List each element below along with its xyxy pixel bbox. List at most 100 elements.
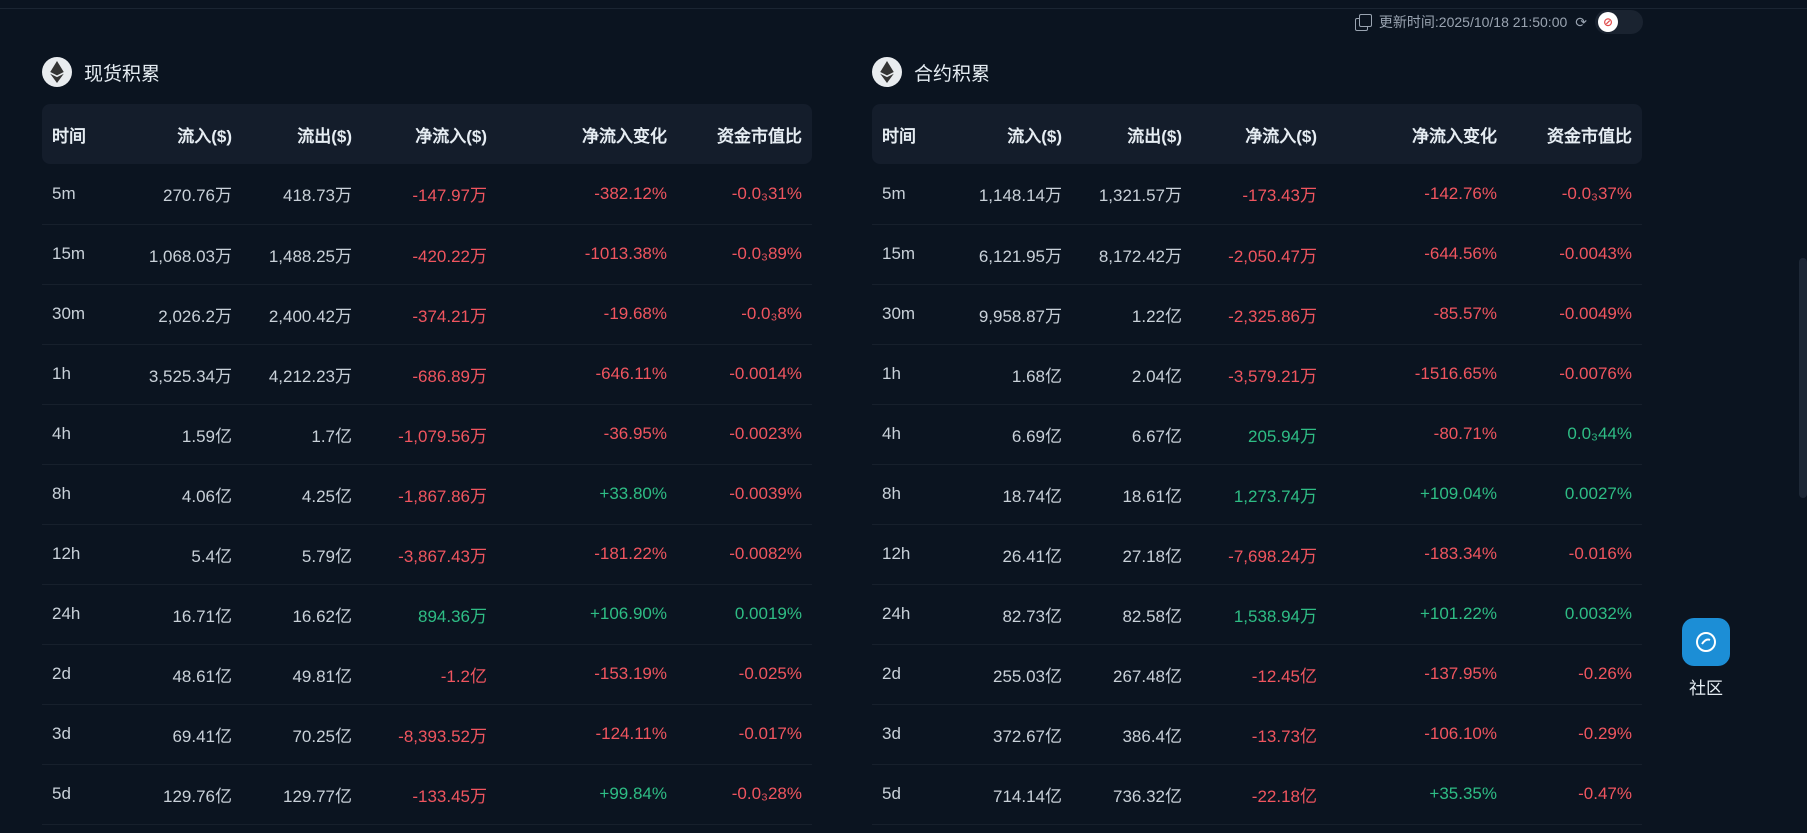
row-change: -382.12% <box>594 183 667 203</box>
row-ratio: -0.47% <box>1578 784 1632 803</box>
row-outflow: 2,400.42万 <box>268 306 352 326</box>
row-outflow: 16.62亿 <box>292 606 352 626</box>
community-widget[interactable]: 社区 <box>1682 618 1730 699</box>
table-row: 2d 48.61亿 49.81亿 -1.2亿 -153.19% -0.025% <box>42 644 812 704</box>
row-outflow: 27.18亿 <box>1122 546 1182 566</box>
row-time: 12h <box>882 544 911 563</box>
row-net: -147.97万 <box>412 186 487 206</box>
col-change: 净流入变化 <box>582 126 667 146</box>
toggle-knob-icon: ⊘ <box>1598 12 1618 32</box>
row-change: -137.95% <box>1424 664 1497 683</box>
table-row: 8h 4.06亿 4.25亿 -1,867.86万 +33.80% -0.0039% <box>42 464 812 524</box>
scrollbar[interactable] <box>1799 258 1807 498</box>
row-inflow: 26.41亿 <box>1002 546 1062 566</box>
row-net: -420.22万 <box>412 246 487 266</box>
table-row: 5m 1,148.14万 1,321.57万 -173.43万 -142.76% -0.0… <box>872 164 1642 224</box>
row-ratio: -0.0039% <box>729 484 802 503</box>
futures-title-label: 合约积累 <box>914 63 991 85</box>
table-row: 2d 255.03亿 267.48亿 -12.45亿 -137.95% -0.26% <box>872 644 1642 704</box>
row-net: -686.89万 <box>412 366 487 386</box>
row-ratio: 0.0₃44% <box>1567 424 1632 443</box>
row-outflow: 70.25亿 <box>292 726 352 746</box>
row-net: 1,538.94万 <box>1233 606 1317 626</box>
row-net: -8,393.52万 <box>398 726 487 746</box>
table-row: 12h 26.41亿 27.18亿 -7,698.24万 -183.34% -0.016% <box>872 524 1642 584</box>
ethereum-icon <box>42 57 72 87</box>
row-outflow: 49.81亿 <box>292 666 352 686</box>
row-time: 4h <box>882 424 901 443</box>
row-outflow: 1.22亿 <box>1131 306 1182 326</box>
row-outflow: 5.79亿 <box>301 546 352 566</box>
row-time: 30m <box>52 304 86 323</box>
row-net: -22.18亿 <box>1251 786 1317 806</box>
row-time: 5m <box>882 183 906 203</box>
theme-toggle[interactable]: ⊘ <box>1595 10 1643 34</box>
refresh-icon[interactable]: ⟳ <box>1575 14 1587 31</box>
row-change: +106.90% <box>589 604 667 623</box>
row-change: -142.76% <box>1424 183 1497 203</box>
row-time: 3d <box>882 724 901 743</box>
row-inflow: 3,525.34万 <box>148 366 232 386</box>
row-change: -106.10% <box>1424 724 1497 743</box>
table-row: 15m 6,121.95万 8,172.42万 -2,050.47万 -644.56% -… <box>872 224 1642 284</box>
row-outflow: 2.04亿 <box>1131 366 1182 386</box>
table-row: 24h 16.71亿 16.62亿 894.36万 +106.90% 0.0019% <box>42 584 812 644</box>
table-row: 8h 18.74亿 18.61亿 1,273.74万 +109.04% 0.0027% <box>872 464 1642 524</box>
table-row: 1h 3,525.34万 4,212.23万 -686.89万 -646.11% -0.0… <box>42 344 812 404</box>
row-net: -7,698.24万 <box>1228 546 1317 566</box>
row-ratio: -0.017% <box>738 724 802 743</box>
row-ratio: 0.0019% <box>734 604 802 623</box>
table-row: 30m 9,958.87万 1.22亿 -2,325.86万 -85.57% -0.004… <box>872 284 1642 344</box>
row-ratio: 0.0027% <box>1564 484 1632 503</box>
row-inflow: 9,958.87万 <box>978 306 1062 326</box>
row-change: -153.19% <box>594 664 667 683</box>
row-ratio: -0.0076% <box>1559 364 1632 383</box>
row-change: -1516.65% <box>1414 364 1497 383</box>
row-ratio: -0.025% <box>738 664 802 683</box>
row-time: 15m <box>882 244 916 263</box>
top-divider <box>0 8 1807 9</box>
row-ratio: -0.0₃8% <box>741 304 802 323</box>
row-outflow: 386.4亿 <box>1122 726 1182 746</box>
row-inflow: 6,121.95万 <box>978 246 1062 266</box>
row-ratio: -0.0₃31% <box>731 183 802 203</box>
spot-table: 时间 流入($) 流出($) 净流入($) 净流入变化 资金市值比 5m 270.… <box>42 104 812 825</box>
col-outflow: 流出($) <box>297 126 352 146</box>
col-net: 净流入($) <box>415 126 487 146</box>
row-outflow: 418.73万 <box>283 186 352 206</box>
row-inflow: 18.74亿 <box>1002 486 1062 506</box>
row-ratio: -0.0043% <box>1559 244 1632 263</box>
chat-icon <box>1696 632 1716 652</box>
table-header-row: 时间 流入($) 流出($) 净流入($) 净流入变化 资金市值比 <box>872 104 1642 164</box>
copy-icon[interactable] <box>1353 13 1372 31</box>
row-time: 1h <box>52 364 71 383</box>
table-row: 3d 69.41亿 70.25亿 -8,393.52万 -124.11% -0.017% <box>42 704 812 764</box>
community-button[interactable] <box>1682 618 1730 666</box>
row-outflow: 1.7亿 <box>311 426 352 446</box>
row-change: -85.57% <box>1433 304 1497 323</box>
row-inflow: 129.76亿 <box>163 786 232 806</box>
row-time: 5m <box>52 183 76 203</box>
row-inflow: 69.41亿 <box>172 726 232 746</box>
futures-panel: 合约积累 时间 流入($) 流出($) 净流入($) 净流入变化 资金市值比 5… <box>872 54 1642 825</box>
row-outflow: 129.77亿 <box>283 786 352 806</box>
row-inflow: 270.76万 <box>163 186 232 206</box>
row-outflow: 1,321.57万 <box>1098 186 1182 206</box>
spot-panel: 现货积累 时间 流入($) 流出($) 净流入($) 净流入变化 资金市值比 5… <box>42 54 812 825</box>
row-net: -3,867.43万 <box>398 546 487 566</box>
row-net: -2,050.47万 <box>1228 246 1317 266</box>
futures-table: 时间 流入($) 流出($) 净流入($) 净流入变化 资金市值比 5m 1,14… <box>872 104 1642 825</box>
table-header-row: 时间 流入($) 流出($) 净流入($) 净流入变化 资金市值比 <box>42 104 812 164</box>
table-row: 5m 270.76万 418.73万 -147.97万 -382.12% -0.0₃31% <box>42 164 812 224</box>
row-change: -644.56% <box>1424 244 1497 263</box>
row-ratio: -0.29% <box>1578 724 1632 743</box>
row-change: -183.34% <box>1424 544 1497 563</box>
row-net: -3,579.21万 <box>1228 366 1317 386</box>
row-time: 15m <box>52 244 86 263</box>
table-row: 1h 1.68亿 2.04亿 -3,579.21万 -1516.65% -0.0076% <box>872 344 1642 404</box>
row-net: -1.2亿 <box>440 666 487 686</box>
row-ratio: -0.0₃89% <box>731 244 802 263</box>
row-change: +101.22% <box>1419 604 1497 623</box>
table-row: 24h 82.73亿 82.58亿 1,538.94万 +101.22% 0.0032% <box>872 584 1642 644</box>
row-inflow: 48.61亿 <box>172 666 232 686</box>
